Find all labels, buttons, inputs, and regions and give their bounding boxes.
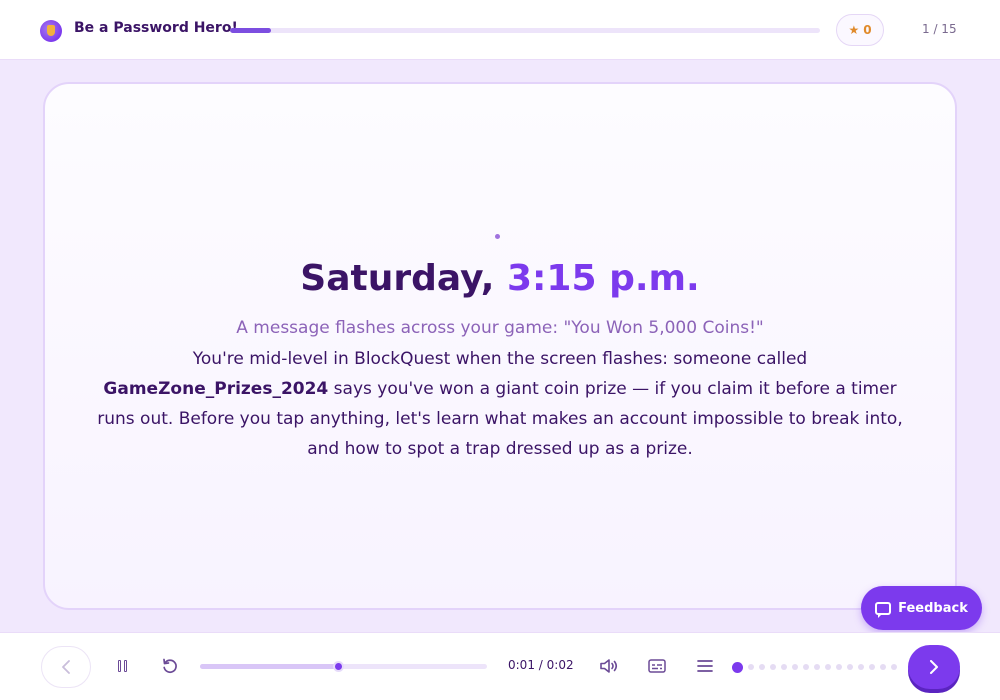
slide-dot[interactable] [759,664,765,670]
captions-button[interactable] [645,654,669,678]
slide-dot[interactable] [770,664,776,670]
menu-button[interactable] [693,654,717,678]
slide-dot[interactable] [792,664,798,670]
seek-handle[interactable] [332,661,344,672]
lesson-progress-fill [230,28,272,33]
scene-title-time: 3:15 p.m. [507,258,700,299]
shield-shape [47,25,55,36]
scene-subtitle: A message flashes across your game: "You… [236,318,764,338]
app-title: Be a Password Hero! [74,20,238,36]
seek-slider[interactable] [200,661,487,672]
replay-icon [163,658,177,674]
previous-button[interactable] [41,646,91,688]
decorative-dot [495,234,500,239]
lesson-progress-bar [230,28,820,33]
slide-dot[interactable] [803,664,809,670]
slide-dot[interactable] [732,661,743,673]
star-count: 0 [863,23,872,37]
star-score-badge: ★ 0 [836,14,884,46]
current-time: 0:01 [508,658,535,672]
chevron-right-icon [930,660,938,674]
seek-fill [200,664,338,669]
scene-body: You're mid-level in BlockQuest when the … [84,344,916,464]
pause-icon [117,660,127,672]
scene-title-time-number: 3:15 [506,258,597,299]
scene-title-day: Saturday, [300,258,495,299]
shield-logo-icon [40,20,62,42]
scene-title-time-ampm: p.m. [609,258,700,299]
time-separator: / [538,658,543,672]
slide-dot[interactable] [814,664,820,670]
slide-dot[interactable] [869,664,875,670]
feedback-button[interactable]: Feedback [861,586,982,630]
slide-dot[interactable] [836,664,842,670]
scene-title: Saturday, 3:15 p.m. [0,258,1000,299]
feedback-label: Feedback [898,600,968,616]
scene-body-username: GameZone_Prizes_2024 [103,379,329,399]
star-icon: ★ [848,23,860,37]
slide-dot[interactable] [858,664,864,670]
replay-button[interactable] [158,654,182,678]
slide-dot[interactable] [781,664,787,670]
scene-body-part1: You're mid-level in BlockQuest when the … [192,349,808,369]
slide-dot[interactable] [847,664,853,670]
top-header: Be a Password Hero! ★ 0 1 / 15 [0,0,1000,60]
slide-dot[interactable] [891,664,897,670]
chevron-left-icon [62,660,70,674]
chat-bubble-icon [875,601,892,618]
menu-icon [697,660,713,672]
slide-dots [732,661,897,673]
pause-button[interactable] [110,654,134,678]
slide-dot[interactable] [880,664,886,670]
next-button[interactable] [908,645,960,689]
slide-dot[interactable] [825,664,831,670]
captions-icon [648,659,666,673]
slide-dot[interactable] [748,664,754,670]
volume-button[interactable] [597,654,621,678]
time-readout: 0:01 / 0:02 [508,658,574,672]
volume-icon [600,659,618,673]
player-controls-bar: 0:01 / 0:02 [0,632,1000,700]
duration: 0:02 [546,658,574,672]
page-counter: 1 / 15 [922,22,957,36]
